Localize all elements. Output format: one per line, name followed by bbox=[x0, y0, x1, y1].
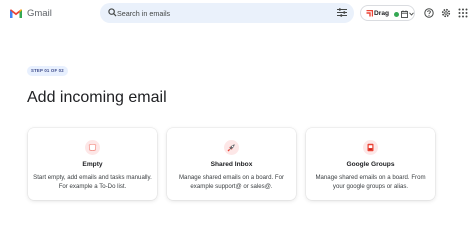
option-card-shared-inbox[interactable]: Shared Inbox Manage shared emails on a b… bbox=[167, 128, 296, 200]
app-name: Gmail bbox=[27, 7, 52, 19]
gmail-logo[interactable]: Gmail bbox=[9, 6, 52, 20]
chevron-down-icon[interactable] bbox=[409, 12, 414, 16]
step-indicator: STEP 01 OF 02 bbox=[27, 66, 68, 76]
search-input[interactable] bbox=[117, 3, 317, 23]
top-bar: Gmail Drag bbox=[0, 0, 474, 26]
search-bar[interactable] bbox=[100, 3, 354, 23]
option-description: Manage shared emails on a board. From yo… bbox=[315, 174, 426, 190]
gear-icon[interactable] bbox=[441, 8, 451, 18]
drag-board-button[interactable]: Drag bbox=[360, 5, 415, 21]
page-title: Add incoming email bbox=[27, 89, 167, 106]
drag-label: Drag bbox=[374, 9, 390, 17]
apps-grid-icon[interactable] bbox=[458, 8, 468, 18]
gmail-m-icon bbox=[10, 8, 22, 18]
option-title: Empty bbox=[82, 161, 103, 168]
filter-options-icon[interactable] bbox=[337, 8, 347, 17]
google-groups-icon bbox=[363, 140, 378, 155]
calendar-icon[interactable] bbox=[401, 10, 408, 18]
sticky-note-icon bbox=[85, 140, 100, 155]
option-description: Start empty, add emails and tasks manual… bbox=[33, 174, 152, 190]
option-title: Shared Inbox bbox=[210, 161, 253, 168]
status-dot bbox=[394, 11, 399, 17]
drag-logo-icon bbox=[366, 10, 373, 17]
help-icon[interactable] bbox=[424, 8, 434, 18]
rocket-icon bbox=[224, 140, 239, 155]
option-card-empty[interactable]: Empty Start empty, add emails and tasks … bbox=[28, 128, 157, 200]
option-title: Google Groups bbox=[346, 161, 395, 168]
search-icon[interactable] bbox=[108, 8, 117, 17]
option-card-google-groups[interactable]: Google Groups Manage shared emails on a … bbox=[306, 128, 435, 200]
option-description: Manage shared emails on a board. For exa… bbox=[178, 174, 284, 190]
